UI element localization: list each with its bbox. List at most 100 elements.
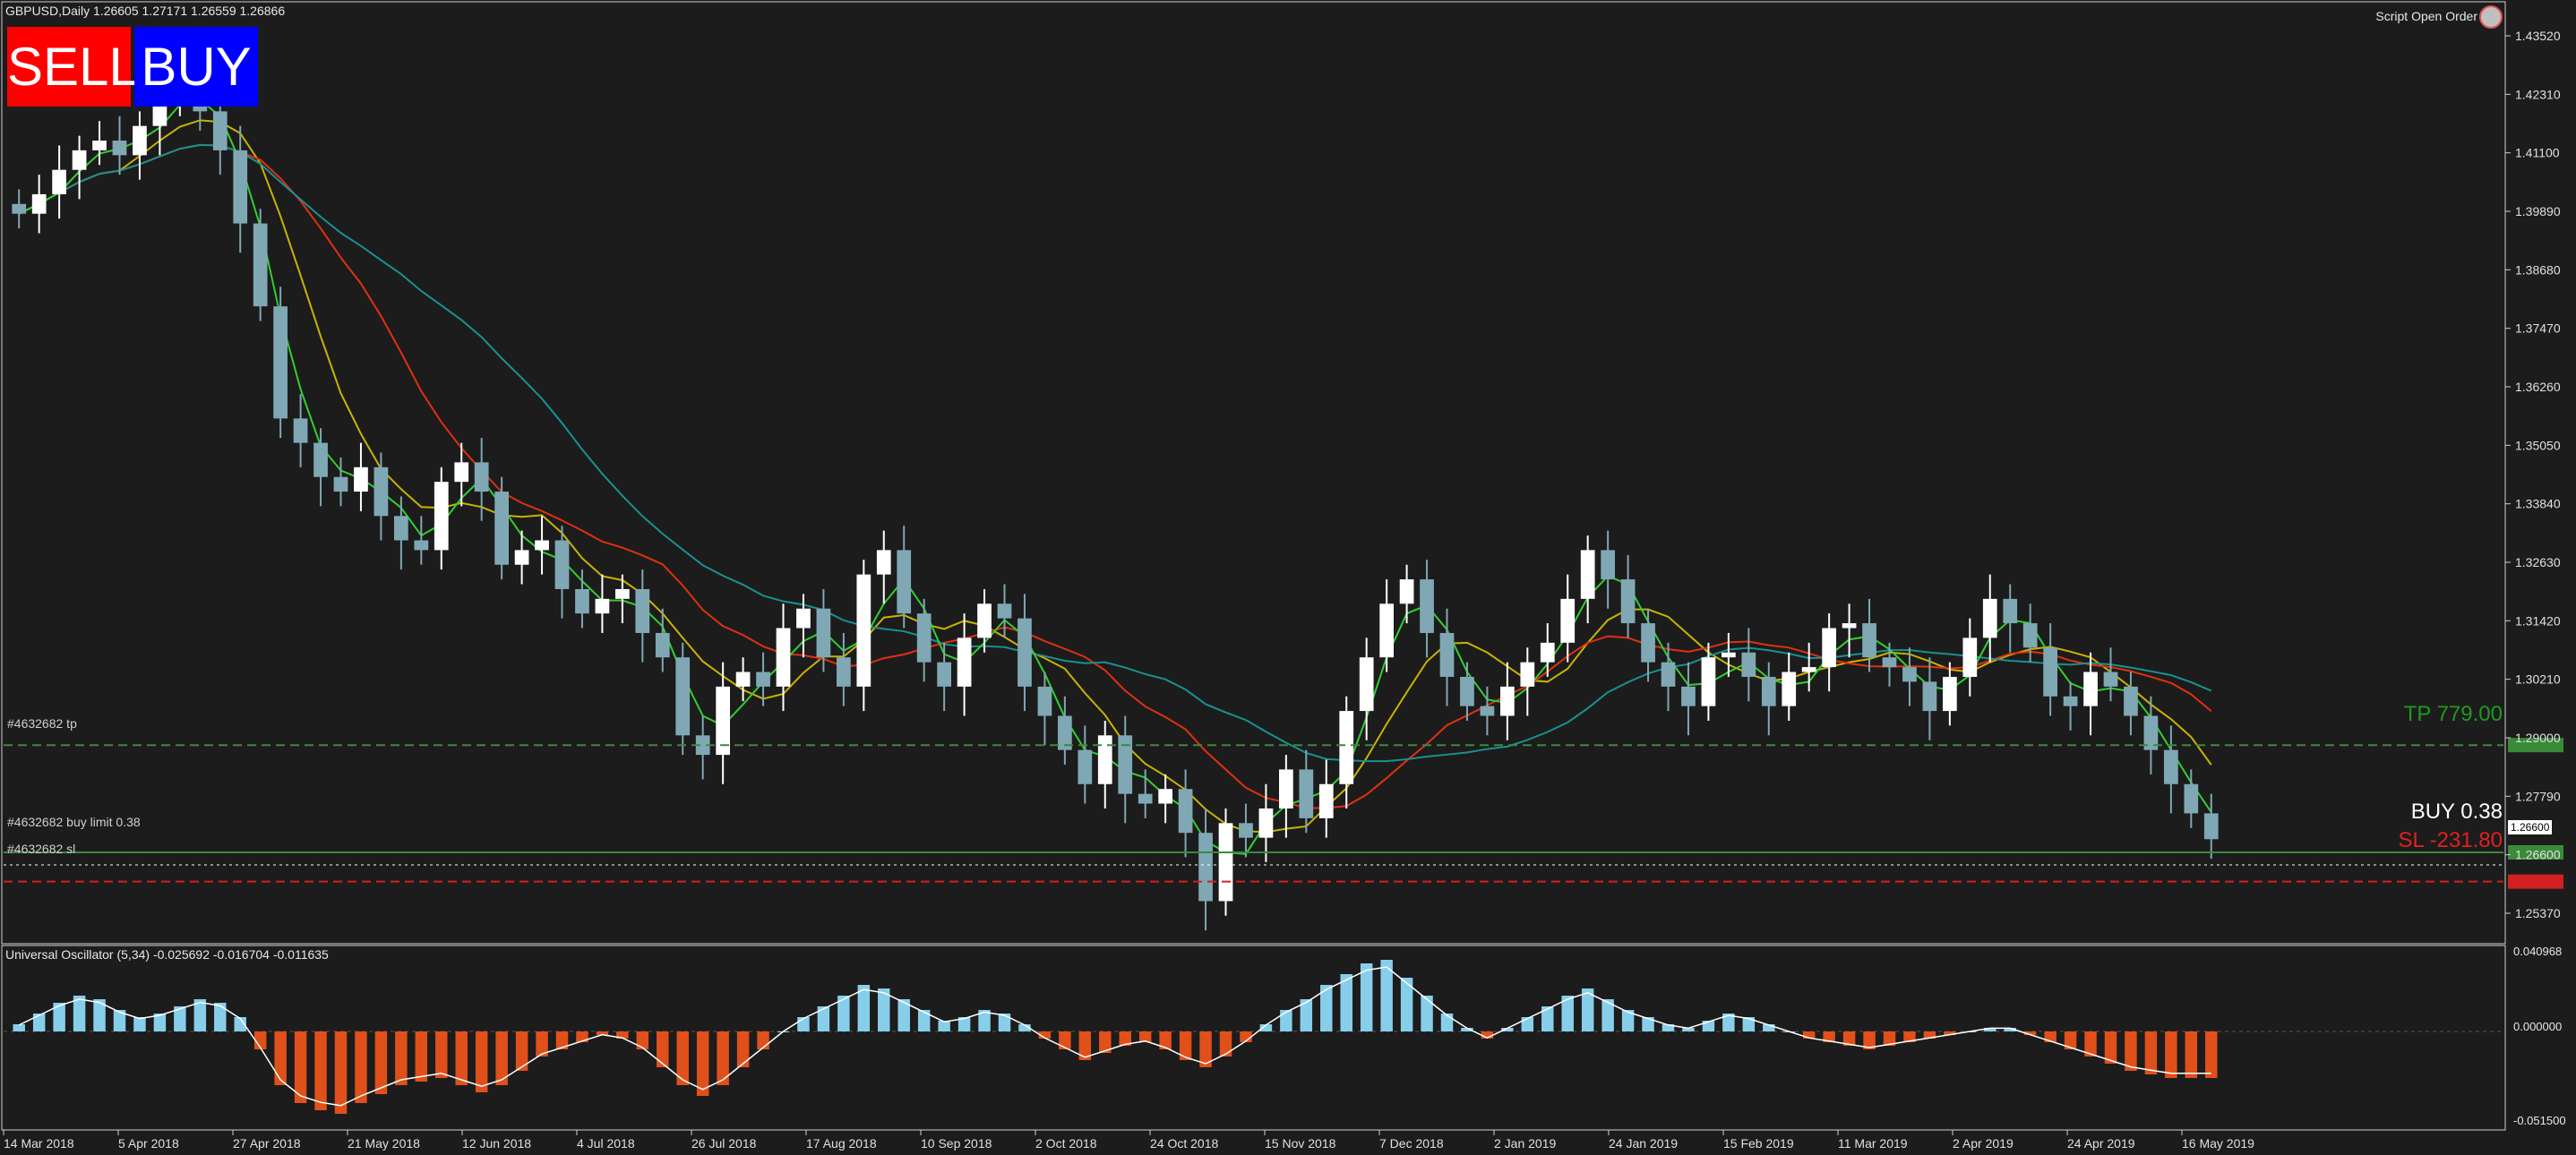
candle-body xyxy=(1218,823,1233,902)
time-axis-label: 11 Mar 2019 xyxy=(1838,1136,1908,1151)
script-label: Script Open Order xyxy=(2375,9,2477,23)
price-axis-label: 1.27790 xyxy=(2515,789,2561,803)
sl-line-label: #4632682 sl xyxy=(7,842,76,856)
osc-bar xyxy=(2185,1031,2198,1078)
candle-body xyxy=(1560,598,1576,643)
candle-body xyxy=(133,125,147,156)
price-axis-label: 1.35050 xyxy=(2515,438,2561,452)
price-axis-label: 1.32630 xyxy=(2515,555,2561,569)
candle-body xyxy=(1500,686,1515,716)
candle-body xyxy=(494,492,509,565)
candle-body xyxy=(1943,676,1957,712)
osc-bar xyxy=(757,1031,769,1049)
osc-bar xyxy=(817,1006,830,1031)
candle-body xyxy=(1480,706,1495,716)
candle-body xyxy=(1138,793,1153,804)
osc-bar xyxy=(314,1031,327,1110)
candle-body xyxy=(434,482,449,551)
candle-body xyxy=(1862,623,1876,658)
candle-body xyxy=(12,203,27,214)
price-axis-label: 1.26600 xyxy=(2515,848,2561,862)
candle-body xyxy=(837,657,851,687)
candle-body xyxy=(756,672,770,687)
time-axis-label: 2 Apr 2019 xyxy=(1953,1136,2014,1151)
candle-body xyxy=(52,169,66,194)
candle-body xyxy=(1701,657,1716,706)
candle-body xyxy=(1882,657,1897,668)
candle-body xyxy=(997,603,1012,619)
candle-body xyxy=(1620,579,1636,624)
candle-body xyxy=(776,628,791,687)
price-axis-label: 1.41100 xyxy=(2515,146,2560,160)
candle-body xyxy=(2022,623,2038,648)
price-axis-label: 1.31420 xyxy=(2515,613,2561,628)
price-axis-label: 1.29000 xyxy=(2515,731,2561,745)
osc-bar xyxy=(696,1031,709,1096)
candle-body xyxy=(1078,749,1093,784)
osc-bar xyxy=(2205,1031,2218,1078)
candle-body xyxy=(1037,686,1052,716)
candle-body xyxy=(354,466,368,492)
candle-body xyxy=(454,462,469,483)
candle-body xyxy=(514,550,529,565)
time-axis-label: 12 Jun 2018 xyxy=(462,1136,531,1151)
osc-bar xyxy=(334,1031,348,1114)
osc-bar xyxy=(1280,1010,1292,1031)
osc-bar xyxy=(355,1031,367,1103)
candle-body xyxy=(273,306,288,419)
chart-canvas[interactable]: 1.43520 1.42310 1.41100 1.39890 1.38680 1.374… xyxy=(0,0,2576,1155)
osc-bar xyxy=(395,1031,408,1085)
tp-text: TP 779.00 xyxy=(2403,702,2503,726)
sell-button[interactable]: SELL xyxy=(7,27,139,107)
current-price-tag: 1.26600 xyxy=(2508,820,2553,834)
candle-body xyxy=(575,588,589,614)
candle-body xyxy=(1439,632,1455,677)
candle-body xyxy=(2083,672,2098,706)
time-axis-label: 21 May 2018 xyxy=(348,1136,420,1151)
candle-body xyxy=(595,598,610,614)
candle-body xyxy=(816,608,831,658)
script-icon[interactable] xyxy=(2479,5,2503,29)
time-axis-label: 5 Apr 2018 xyxy=(118,1136,179,1151)
candle-body xyxy=(233,150,248,224)
candle-body xyxy=(394,516,408,541)
candle-body xyxy=(1782,672,1797,706)
symbol-info: GBPUSD,Daily 1.26605 1.27171 1.26559 1.2… xyxy=(5,4,286,18)
osc-bar xyxy=(133,1017,146,1031)
candle-body xyxy=(1962,637,1978,677)
candle-body xyxy=(1520,662,1535,687)
candle-body xyxy=(535,540,549,551)
tp-line-label: #4632682 tp xyxy=(7,716,77,731)
candle-body xyxy=(212,111,228,150)
osc-bar xyxy=(475,1031,488,1092)
candle-body xyxy=(1359,657,1374,712)
candle-body xyxy=(1741,652,1756,677)
osc-bar xyxy=(917,1010,931,1031)
candle-body xyxy=(1722,652,1736,658)
candle-body xyxy=(1661,662,1676,687)
candle-body xyxy=(374,466,389,517)
candle-body xyxy=(1601,550,1615,580)
osc-bar xyxy=(13,1024,25,1031)
candle-body xyxy=(313,442,328,477)
candle-body xyxy=(1761,676,1776,706)
candle-body xyxy=(2164,749,2178,784)
candle-body xyxy=(414,540,429,551)
price-axis-label: 1.25370 xyxy=(2515,906,2561,920)
osc-scale-bottom: -0.051500 xyxy=(2513,1114,2566,1127)
candle-body xyxy=(1279,769,1293,808)
candle-body xyxy=(1097,735,1112,784)
osc-bar xyxy=(636,1031,649,1049)
time-axis-label: 2 Jan 2019 xyxy=(1494,1136,1556,1151)
candle-body xyxy=(1420,579,1434,633)
candle-body xyxy=(2184,783,2199,814)
time-axis-label: 4 Jul 2018 xyxy=(577,1136,635,1151)
osc-bar xyxy=(1421,996,1433,1031)
price-axis-label: 1.36260 xyxy=(2515,380,2561,394)
osc-bar xyxy=(214,1003,227,1031)
candle-body xyxy=(554,540,570,589)
time-axis-label: 2 Oct 2018 xyxy=(1035,1136,1097,1151)
buy-button[interactable]: BUY xyxy=(134,27,258,107)
sl-text: SL -231.80 xyxy=(2398,828,2503,852)
candle-body xyxy=(1258,808,1274,838)
